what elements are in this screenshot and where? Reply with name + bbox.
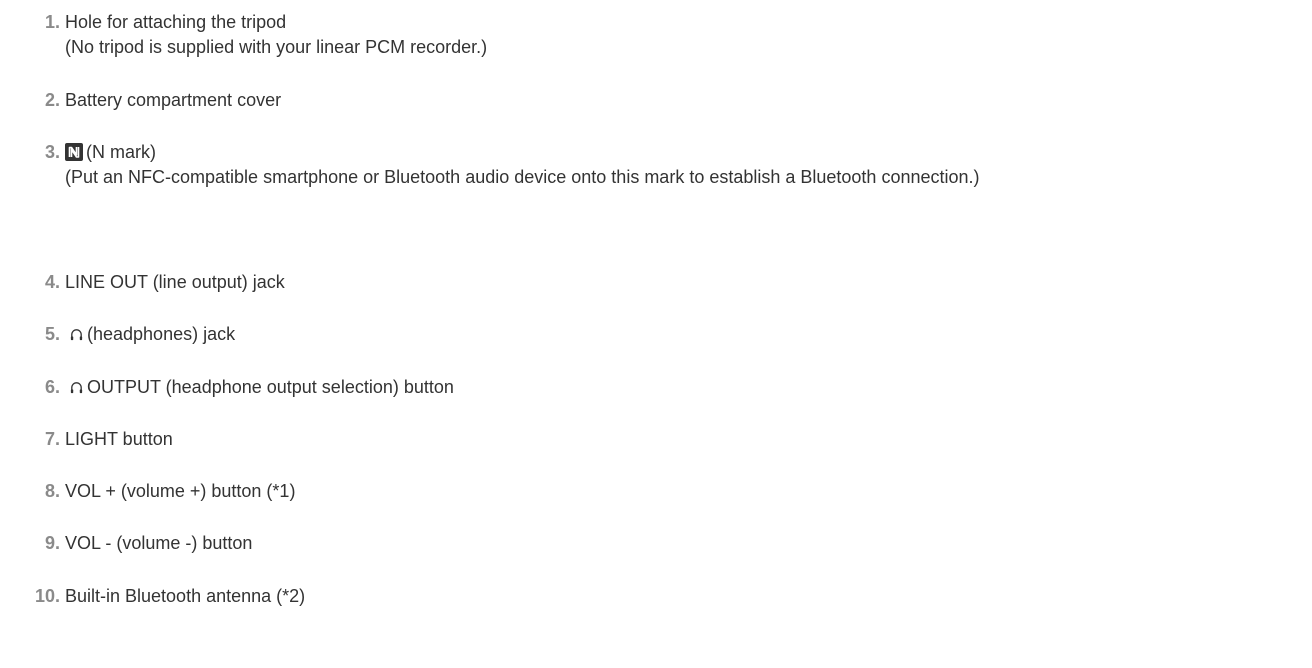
item-subtext: (No tripod is supplied with your linear … (65, 37, 488, 57)
item-subtext: (Put an NFC-compatible smartphone or Blu… (65, 167, 980, 187)
output-button-label: OUTPUT (headphone output selection) butt… (87, 377, 454, 397)
item-text-with-icon: (headphones) jack (65, 322, 235, 347)
item-number: 5. (44, 324, 60, 344)
item-number: 4. (44, 272, 60, 292)
item-text: Built-in Bluetooth antenna (*2) (65, 586, 306, 606)
item-text-with-icon: OUTPUT (headphone output selection) butt… (65, 375, 454, 400)
item-text: LIGHT button (65, 429, 173, 449)
item-number: 7. (44, 429, 60, 449)
item-text: Hole for attaching the tripod (65, 12, 287, 32)
item-text: Battery compartment cover (65, 90, 282, 110)
item-number: 2. (44, 90, 60, 110)
item-text: VOL - (volume -) button (65, 533, 253, 553)
item-text: LINE OUT (line output) jack (65, 272, 285, 292)
parts-list: 1. Hole for attaching the tripod (No tri… (0, 0, 1312, 668)
item-number: 9. (44, 533, 60, 553)
item-number: 3. (44, 142, 60, 162)
item-number: 8. (44, 481, 60, 501)
n-mark-label: (N mark) (86, 142, 156, 162)
item-text: VOL + (volume +) button (*1) (65, 481, 296, 501)
item-number: 1. (44, 12, 60, 32)
item-number: 6. (44, 377, 60, 397)
headphones-icon (70, 382, 83, 394)
headphones-jack-label: (headphones) jack (87, 324, 236, 344)
item-text-with-icon: (N mark) (65, 140, 156, 165)
n-mark-icon (65, 143, 83, 161)
item-number: 10. (34, 586, 60, 606)
headphones-icon (70, 329, 83, 341)
